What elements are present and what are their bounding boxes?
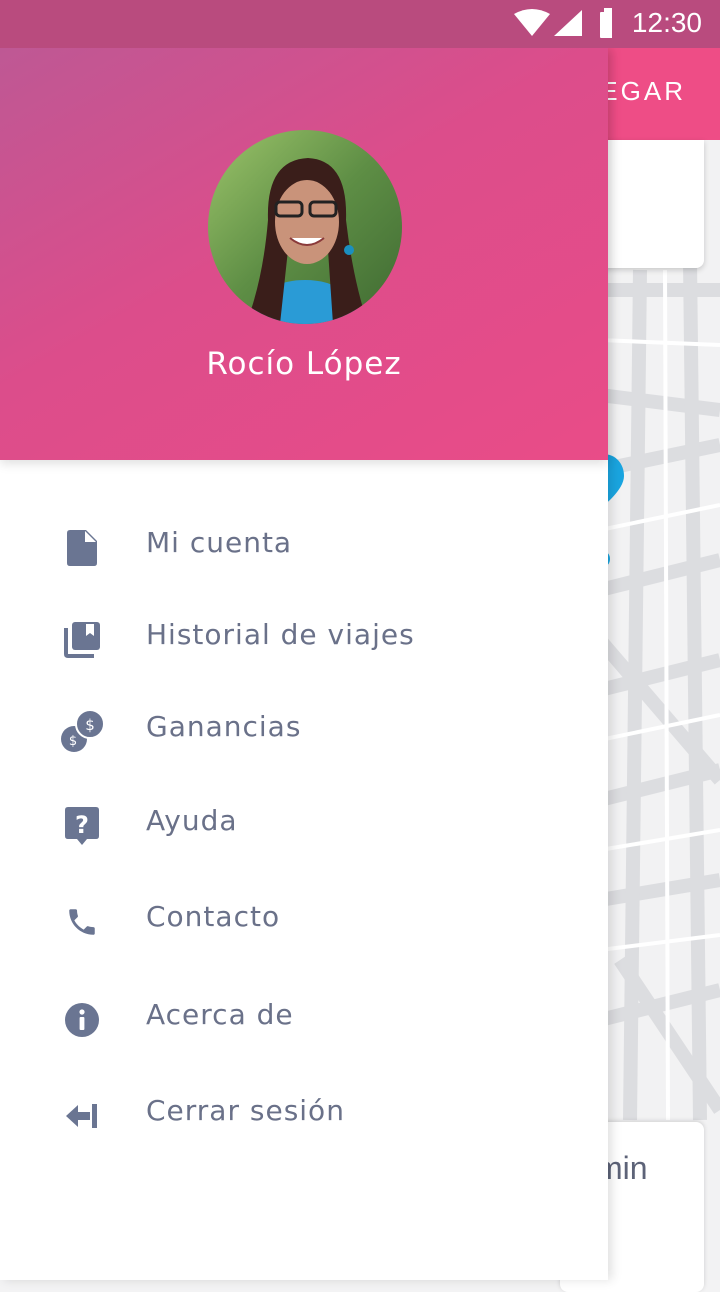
logout-icon	[58, 1092, 106, 1140]
library-icon	[58, 616, 106, 664]
info-icon	[58, 996, 106, 1044]
menu-item-ganancias[interactable]: $ $ Ganancias	[0, 688, 608, 768]
phone-icon	[58, 898, 106, 946]
drawer-header: Rocío López	[0, 48, 608, 460]
navigation-drawer: Rocío López Mi cuenta Historial de viaje…	[0, 48, 608, 1280]
menu-item-label: Ganancias	[146, 710, 302, 743]
menu-item-label: Contacto	[146, 900, 281, 933]
menu-item-contacto[interactable]: Contacto	[0, 878, 608, 958]
document-icon	[58, 524, 106, 572]
battery-icon	[600, 8, 612, 38]
svg-text:$: $	[85, 716, 95, 734]
svg-text:$: $	[69, 734, 77, 749]
status-time: 12:30	[631, 7, 702, 38]
signal-icon	[554, 10, 582, 36]
menu-item-label: Acerca de	[146, 998, 294, 1031]
status-bar: 12:30	[0, 0, 720, 48]
menu-item-label: Historial de viajes	[146, 618, 415, 651]
menu-item-label: Mi cuenta	[146, 526, 293, 559]
avatar-photo	[208, 130, 402, 324]
svg-text:?: ?	[75, 811, 89, 839]
menu-item-label: Cerrar sesión	[146, 1094, 345, 1127]
menu-item-cerrar-sesion[interactable]: Cerrar sesión	[0, 1072, 608, 1152]
menu-item-mi-cuenta[interactable]: Mi cuenta	[0, 504, 608, 584]
help-icon: ?	[58, 802, 106, 850]
menu-item-acerca-de[interactable]: Acerca de	[0, 976, 608, 1056]
profile-name: Rocío López	[206, 346, 402, 382]
menu-item-ayuda[interactable]: ? Ayuda	[0, 782, 608, 862]
avatar[interactable]	[208, 130, 402, 324]
coins-icon: $ $	[58, 708, 106, 756]
status-icons	[514, 8, 612, 38]
menu-item-historial-de-viajes[interactable]: Historial de viajes	[0, 596, 608, 676]
menu-item-label: Ayuda	[146, 804, 238, 837]
wifi-icon	[514, 9, 550, 36]
